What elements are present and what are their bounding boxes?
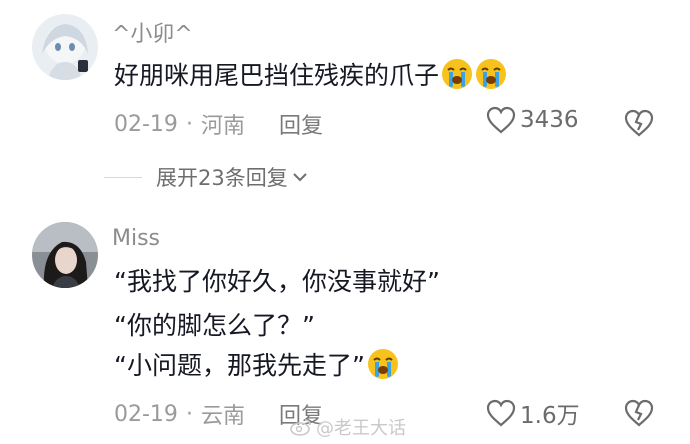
comment-text-line-1: “我找了你好久，你没事就好” bbox=[114, 267, 440, 296]
avatar[interactable] bbox=[32, 222, 98, 288]
like-button[interactable]: 1.6万 bbox=[486, 396, 580, 430]
comment-item: Miss “我找了你好久，你没事就好” “你的脚怎么了？” “小问题，那我先走了… bbox=[0, 200, 690, 444]
dislike-button[interactable] bbox=[624, 108, 654, 138]
heart-icon bbox=[486, 106, 516, 134]
comment-meta: 02-19 · 河南 回复 bbox=[114, 108, 323, 140]
comment-item: ^小卯^ 好朋咪用尾巴挡住残疾的爪子 02-19 · 河南 回复 3436 展开… bbox=[0, 0, 690, 200]
comment-date: 02-19 bbox=[114, 401, 178, 427]
heart-icon bbox=[486, 399, 516, 427]
loudly-crying-emoji bbox=[475, 58, 507, 90]
username[interactable]: Miss bbox=[112, 226, 160, 251]
comment-date: 02-19 bbox=[114, 111, 178, 137]
weibo-icon bbox=[290, 419, 311, 436]
expand-replies-label: 展开23条回复 bbox=[156, 166, 288, 190]
dislike-button[interactable] bbox=[624, 398, 654, 428]
comment-text-line: 好朋咪用尾巴挡住残疾的爪子 bbox=[114, 61, 440, 90]
reply-button[interactable]: 回复 bbox=[279, 108, 323, 140]
meta-separator: · bbox=[185, 111, 193, 137]
comment-text-line-3: “小问题，那我先走了” bbox=[114, 351, 365, 380]
expand-replies-button[interactable]: 展开23条回复 bbox=[104, 162, 308, 192]
comment-location: 云南 bbox=[200, 404, 245, 429]
broken-heart-icon bbox=[624, 399, 654, 427]
like-count: 1.6万 bbox=[520, 403, 580, 429]
avatar[interactable] bbox=[32, 14, 98, 80]
watermark: @老王大话 bbox=[290, 414, 406, 440]
divider bbox=[104, 176, 142, 178]
like-count: 3436 bbox=[520, 107, 579, 133]
comment-text: 好朋咪用尾巴挡住残疾的爪子 bbox=[114, 56, 507, 92]
loudly-crying-emoji bbox=[367, 348, 399, 380]
chevron-down-icon bbox=[293, 173, 307, 182]
comment-text-line: “你的脚怎么了？” bbox=[114, 306, 315, 342]
comment-text-line: “我找了你好久，你没事就好” bbox=[114, 262, 440, 298]
watermark-text: @老王大话 bbox=[316, 418, 406, 439]
username[interactable]: ^小卯^ bbox=[112, 16, 193, 48]
comment-text-line: “小问题，那我先走了” bbox=[114, 346, 399, 382]
comment-text-line-2: “你的脚怎么了？” bbox=[114, 311, 315, 340]
meta-separator: · bbox=[185, 401, 193, 427]
like-button[interactable]: 3436 bbox=[486, 106, 579, 134]
comment-location: 河南 bbox=[200, 114, 245, 139]
loudly-crying-emoji bbox=[441, 58, 473, 90]
broken-heart-icon bbox=[624, 109, 654, 137]
